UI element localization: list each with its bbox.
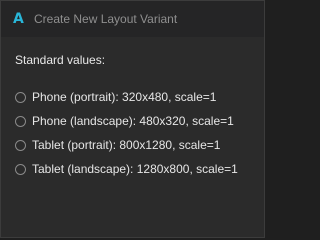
radio-button-icon[interactable]: [15, 163, 26, 175]
app-logo-icon: A: [13, 11, 24, 27]
dialog-content: Standard values: Phone (portrait): 320x4…: [1, 37, 264, 181]
standard-values-label: Standard values:: [15, 53, 106, 67]
option-tablet-portrait[interactable]: Tablet (portrait): 800x1280, scale=1: [15, 133, 250, 157]
option-phone-landscape[interactable]: Phone (landscape): 480x320, scale=1: [15, 109, 250, 133]
dialog-titlebar: A Create New Layout Variant: [1, 1, 264, 37]
radio-button-icon[interactable]: [15, 139, 26, 151]
dialog-title: Create New Layout Variant: [34, 12, 178, 26]
option-label: Phone (portrait): 320x480, scale=1: [32, 90, 217, 104]
option-label: Phone (landscape): 480x320, scale=1: [32, 114, 234, 128]
option-label: Tablet (landscape): 1280x800, scale=1: [32, 162, 238, 176]
option-tablet-landscape[interactable]: Tablet (landscape): 1280x800, scale=1: [15, 157, 250, 181]
option-label: Tablet (portrait): 800x1280, scale=1: [32, 138, 221, 152]
radio-button-icon[interactable]: [15, 91, 26, 103]
radio-button-icon[interactable]: [15, 115, 26, 127]
option-phone-portrait[interactable]: Phone (portrait): 320x480, scale=1: [15, 85, 250, 109]
create-layout-variant-dialog: A Create New Layout Variant Standard val…: [0, 0, 265, 238]
